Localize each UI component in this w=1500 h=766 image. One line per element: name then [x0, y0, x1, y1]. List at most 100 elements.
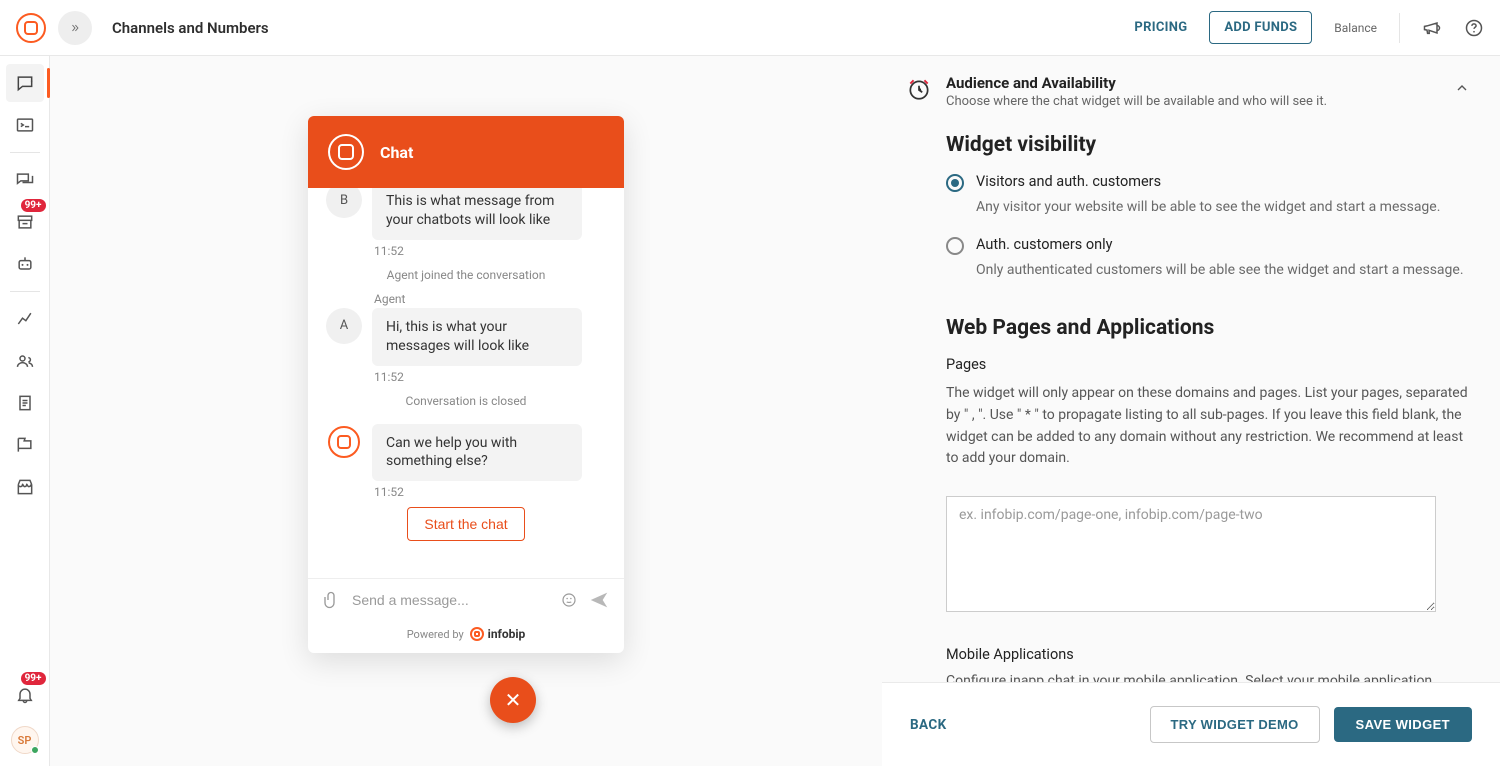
message-avatar: B: [326, 188, 362, 218]
top-bar-left: Channels and Numbers: [16, 11, 269, 45]
sidebar-item-docs[interactable]: [6, 384, 44, 422]
megaphone-icon: [1422, 18, 1442, 38]
chevron-up-icon: [1454, 80, 1470, 96]
message-time: 11:52: [374, 244, 606, 258]
mobile-apps-heading: Mobile Applications: [946, 646, 1470, 663]
close-widget-fab[interactable]: ✕: [490, 677, 536, 723]
message-bubble: This is what message from your chatbots …: [372, 188, 582, 240]
message-bubble: Can we help you with something else?: [372, 424, 582, 482]
sidebar-item-channels[interactable]: [6, 64, 44, 102]
document-icon: [15, 393, 35, 413]
body: 99+ 99+ SP: [0, 56, 1500, 766]
chat-widget: Chat B This is what message from your ch…: [308, 116, 624, 653]
widget-visibility-heading: Widget visibility: [946, 133, 1470, 157]
balance-label: Balance: [1334, 21, 1377, 35]
user-avatar[interactable]: SP: [11, 726, 39, 754]
sender-label: Agent: [374, 292, 606, 306]
chat-input[interactable]: [350, 591, 550, 609]
expand-menu-button[interactable]: [58, 11, 92, 45]
top-bar-right: PRICING ADD FUNDS Balance: [1134, 11, 1484, 44]
terminal-icon: [15, 115, 35, 135]
sidebar-item-inbox[interactable]: 99+: [6, 203, 44, 241]
chat-logo: [328, 134, 364, 170]
radio-option-auth-only[interactable]: Auth. customers only: [946, 236, 1470, 255]
infobip-logo: infobip: [470, 627, 526, 641]
pages-label: Pages: [946, 356, 1470, 373]
message-row: Can we help you with something else?: [326, 424, 606, 482]
option-description: Any visitor your website will be able to…: [976, 198, 1470, 218]
mobile-apps-description: Configure inapp chat in your mobile appl…: [946, 673, 1470, 682]
message-row: A Hi, this is what your messages will lo…: [326, 308, 606, 366]
sidebar-item-notifications[interactable]: 99+: [6, 676, 44, 714]
preview-area: Chat B This is what message from your ch…: [50, 56, 882, 766]
pages-textarea[interactable]: [946, 496, 1436, 612]
sidebar-item-flag[interactable]: [6, 426, 44, 464]
pricing-link[interactable]: PRICING: [1134, 20, 1187, 35]
status-dot: [31, 746, 39, 754]
divider: [1399, 13, 1400, 43]
announce-button[interactable]: [1422, 18, 1442, 38]
bookmark-icon: [15, 435, 35, 455]
chat-dashed-icon: [15, 73, 35, 93]
divider: [10, 152, 40, 153]
panel-scroll[interactable]: Audience and Availability Choose where t…: [882, 56, 1500, 682]
chat-body[interactable]: B This is what message from your chatbot…: [308, 188, 624, 578]
emoji-icon[interactable]: [560, 591, 578, 609]
people-icon: [15, 351, 35, 371]
archive-icon: [15, 212, 35, 232]
section-title: Audience and Availability: [946, 74, 1327, 92]
powered-by: Powered by infobip: [308, 621, 624, 653]
bell-icon: [15, 685, 35, 705]
option-description: Only authenticated customers will be abl…: [976, 261, 1470, 281]
sidebar-item-store[interactable]: [6, 468, 44, 506]
help-button[interactable]: [1464, 18, 1484, 38]
radio-option-visitors[interactable]: Visitors and auth. customers: [946, 173, 1470, 192]
start-chat-wrap: Start the chat: [326, 507, 606, 541]
start-chat-button[interactable]: Start the chat: [407, 507, 524, 541]
bot-icon: [15, 254, 35, 274]
attachment-icon[interactable]: [322, 591, 340, 609]
radio-unselected[interactable]: [946, 237, 964, 255]
sidebar: 99+ 99+ SP: [0, 56, 50, 766]
powered-by-label: Powered by: [407, 628, 464, 641]
brand-name: infobip: [488, 627, 526, 641]
sidebar-item-bot[interactable]: [6, 245, 44, 283]
message-row: B This is what message from your chatbot…: [326, 188, 606, 240]
sidebar-item-people[interactable]: [6, 342, 44, 380]
collapse-button[interactable]: [1454, 80, 1470, 96]
help-icon: [1464, 18, 1484, 38]
top-bar: Channels and Numbers PRICING ADD FUNDS B…: [0, 0, 1500, 56]
system-message: Conversation is closed: [326, 394, 606, 408]
main: Chat B This is what message from your ch…: [50, 56, 1500, 766]
config-panel: Audience and Availability Choose where t…: [882, 56, 1500, 766]
sidebar-bottom: 99+ SP: [6, 674, 44, 766]
badge: 99+: [21, 199, 46, 212]
avatar-letter: A: [340, 318, 348, 333]
store-icon: [15, 477, 35, 497]
close-icon: ✕: [505, 688, 522, 712]
try-demo-button[interactable]: TRY WIDGET DEMO: [1150, 706, 1320, 743]
back-button[interactable]: BACK: [910, 717, 947, 733]
brand-ring-icon: [328, 426, 360, 458]
system-message: Agent joined the conversation: [326, 268, 606, 282]
pages-description: The widget will only appear on these dom…: [946, 383, 1470, 470]
option-label: Visitors and auth. customers: [976, 173, 1161, 190]
sidebar-item-conversations[interactable]: [6, 161, 44, 199]
add-funds-button[interactable]: ADD FUNDS: [1209, 11, 1312, 44]
chat-input-row: [308, 578, 624, 621]
pages-heading: Web Pages and Applications: [946, 316, 1470, 340]
send-icon[interactable]: [588, 589, 610, 611]
radio-selected[interactable]: [946, 174, 964, 192]
avatar-letter: B: [340, 193, 348, 208]
page-title: Channels and Numbers: [112, 19, 269, 37]
chart-line-icon: [15, 309, 35, 329]
brand-logo[interactable]: [16, 13, 46, 43]
message-avatar-brand: [326, 424, 362, 460]
chats-icon: [15, 170, 35, 190]
save-widget-button[interactable]: SAVE WIDGET: [1334, 707, 1472, 742]
message-time: 11:52: [374, 485, 606, 499]
badge: 99+: [21, 672, 46, 685]
sidebar-item-terminal[interactable]: [6, 106, 44, 144]
chevron-double-right-icon: [70, 23, 80, 33]
sidebar-item-analytics[interactable]: [6, 300, 44, 338]
